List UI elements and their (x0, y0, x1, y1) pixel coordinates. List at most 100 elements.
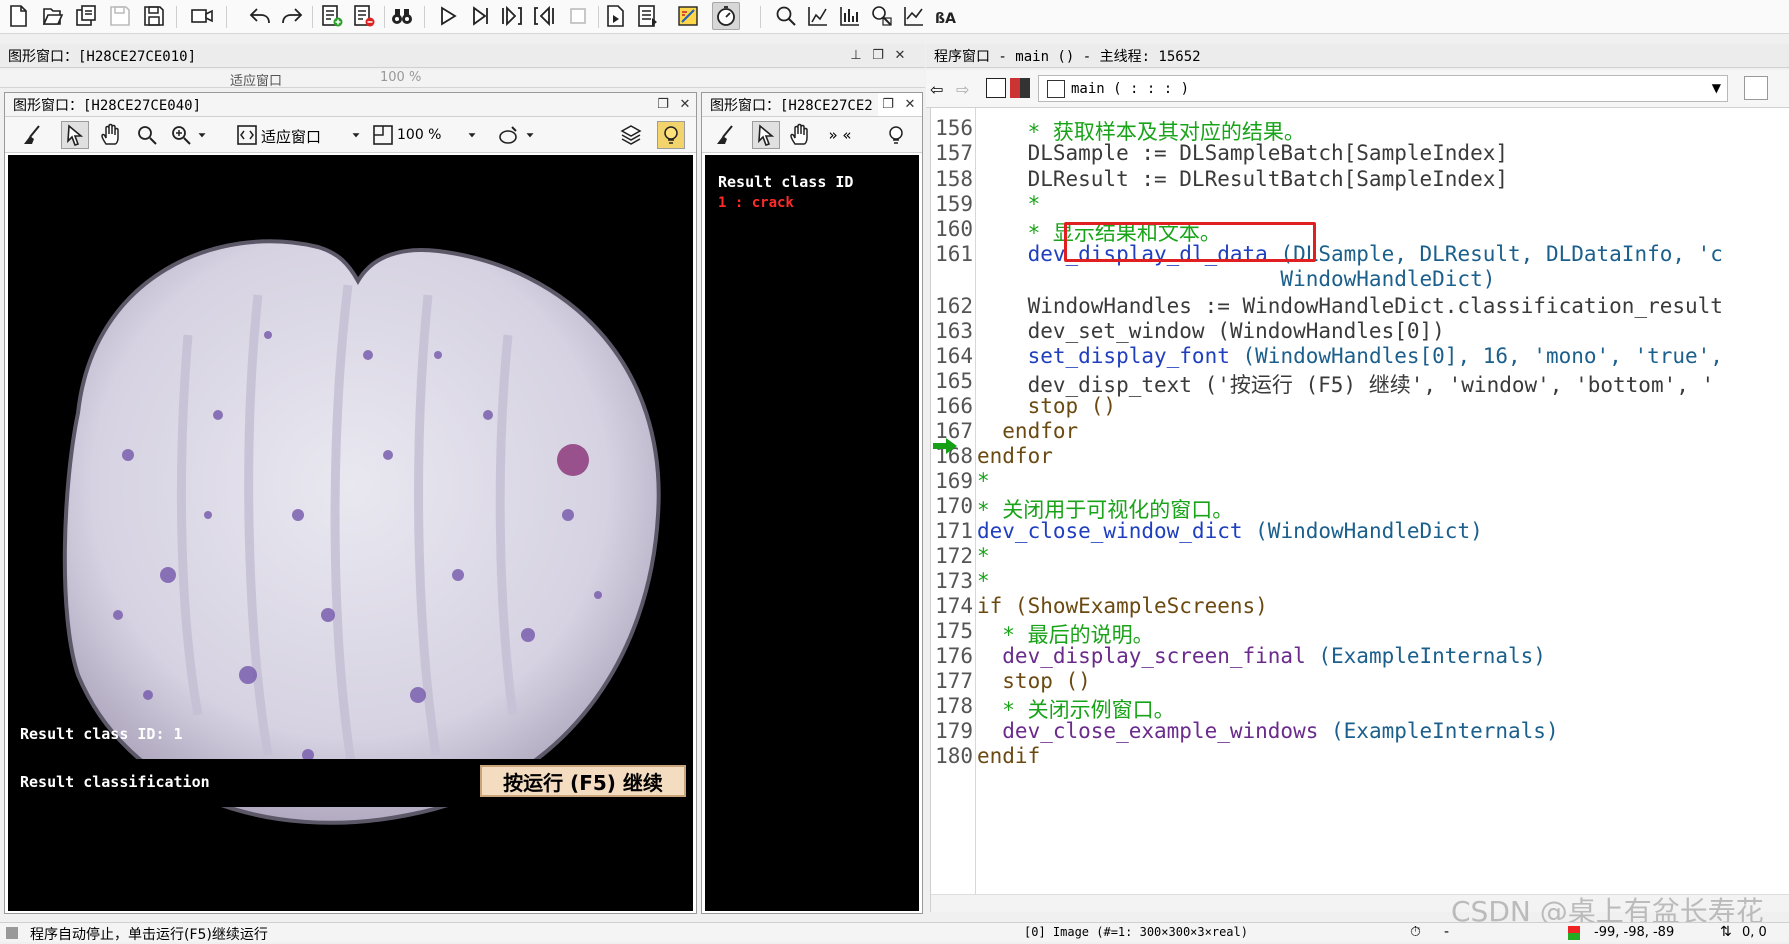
code-line[interactable]: * (977, 192, 1041, 216)
tile-windows-icon[interactable] (634, 2, 662, 30)
line-number[interactable]: 175 (931, 619, 973, 643)
reset-icon[interactable] (602, 2, 630, 30)
line-number[interactable]: 178 (931, 694, 973, 718)
new-file-icon[interactable] (4, 2, 32, 30)
line-number[interactable]: 174 (931, 594, 973, 618)
code-line[interactable]: stop () (977, 394, 1117, 418)
pan-hand-icon[interactable] (97, 121, 125, 149)
code-line[interactable]: dev_set_window (WindowHandles[0]) (977, 319, 1445, 343)
select-pointer-icon[interactable] (61, 121, 89, 149)
clear-window-icon[interactable] (712, 121, 740, 149)
draw-mode-icon[interactable] (495, 121, 523, 149)
code-line[interactable]: dev_close_window_dict (WindowHandleDict) (977, 519, 1483, 543)
line-number[interactable]: 159 (931, 192, 973, 216)
gray-profile-icon[interactable] (900, 2, 928, 30)
binoculars-icon[interactable] (388, 2, 416, 30)
code-line[interactable]: WindowHandleDict) (977, 267, 1495, 291)
code-line[interactable]: DLSample := DLSampleBatch[SampleIndex] (977, 141, 1508, 165)
code-line[interactable]: endif (977, 744, 1040, 768)
save-all-icon[interactable] (140, 2, 168, 30)
line-number[interactable]: 165 (931, 369, 973, 393)
line-number[interactable]: 180 (931, 744, 973, 768)
proc-grid-icon[interactable] (1010, 78, 1030, 98)
code-line[interactable]: * (977, 544, 990, 568)
line-number[interactable]: 179 (931, 719, 973, 743)
forward-icon[interactable]: ⇨ (956, 80, 969, 99)
stop-icon[interactable] (564, 2, 592, 30)
image-canvas[interactable]: Result class ID: 1 Result classification… (8, 155, 693, 911)
line-number[interactable]: 162 (931, 294, 973, 318)
back-icon[interactable]: ⇦ (930, 80, 943, 99)
line-number[interactable]: 172 (931, 544, 973, 568)
step-into-icon[interactable] (498, 2, 526, 30)
chevron-down-icon[interactable] (465, 121, 479, 149)
layers-icon[interactable] (617, 121, 645, 149)
expand-toolbar-icon[interactable]: » « (826, 121, 854, 149)
procedure-selector[interactable]: main ( : : : ) ▼ (1038, 75, 1728, 102)
chevron-down-icon[interactable] (195, 121, 209, 149)
lightbulb-icon[interactable] (882, 121, 910, 149)
run-icon[interactable] (434, 2, 462, 30)
fit-window-label[interactable]: 适应窗口 (261, 126, 321, 147)
redo-icon[interactable] (278, 2, 306, 30)
float-window-icon[interactable]: ❐ (870, 47, 886, 63)
lightbulb-icon[interactable] (657, 121, 685, 149)
float-window-icon[interactable]: ❐ (655, 96, 671, 112)
zoom-in-icon[interactable] (167, 121, 195, 149)
line-number[interactable]: 170 (931, 494, 973, 518)
open-file-icon[interactable] (38, 2, 66, 30)
select-pointer-icon[interactable] (752, 121, 780, 149)
chevron-down-icon[interactable] (349, 121, 363, 149)
code-line[interactable]: set_display_font (WindowHandles[0], 16, … (977, 344, 1723, 368)
close-icon[interactable]: ✕ (902, 96, 918, 112)
code-line[interactable]: endfor (977, 419, 1078, 443)
line-number[interactable]: 161 (931, 242, 973, 266)
line-number[interactable]: 173 (931, 569, 973, 593)
code-line[interactable]: * (977, 569, 990, 593)
pan-hand-icon[interactable] (786, 121, 814, 149)
code-line[interactable]: if (ShowExampleScreens) (977, 594, 1268, 618)
zoom-level-label[interactable]: 100 % (397, 127, 441, 143)
float-window-icon[interactable]: ❐ (880, 96, 896, 112)
line-number[interactable]: 176 (931, 644, 973, 668)
code-line[interactable]: dev_display_screen_final (ExampleInterna… (977, 644, 1546, 668)
continue-f5-button[interactable]: 按运行 (F5) 继续 (480, 765, 686, 797)
pin-icon[interactable]: ⊥ (848, 47, 864, 63)
code-editor[interactable]: 156 * 获取样本及其对应的结果。 157 DLSample := DLSamp… (930, 108, 1789, 928)
line-number[interactable]: 177 (931, 669, 973, 693)
line-number[interactable]: 166 (931, 394, 973, 418)
line-profile-icon[interactable] (836, 2, 864, 30)
step-out-icon[interactable] (530, 2, 558, 30)
open-example-icon[interactable] (72, 2, 100, 30)
code-line[interactable]: WindowHandles := WindowHandleDict.classi… (977, 294, 1723, 318)
close-icon[interactable]: ✕ (677, 96, 693, 112)
ocr-assistant-icon[interactable]: ßA (932, 2, 960, 30)
save-disabled-icon[interactable] (106, 2, 134, 30)
line-number[interactable]: 169 (931, 469, 973, 493)
settings-window-icon[interactable] (674, 2, 702, 30)
code-line[interactable]: * (977, 469, 990, 493)
proc-edit-icon[interactable] (986, 78, 1006, 98)
line-number[interactable]: 171 (931, 519, 973, 543)
line-number[interactable]: 163 (931, 319, 973, 343)
code-line[interactable]: stop () (977, 669, 1091, 693)
insert-proc-icon[interactable] (318, 2, 346, 30)
profiler-icon[interactable] (712, 2, 740, 30)
code-line[interactable]: DLResult := DLResultBatch[SampleIndex] (977, 167, 1508, 191)
magnifier-icon[interactable] (133, 121, 161, 149)
step-over-icon[interactable] (466, 2, 494, 30)
code-line[interactable]: endfor (977, 444, 1053, 468)
line-number[interactable]: 158 (931, 167, 973, 191)
line-number[interactable]: 164 (931, 344, 973, 368)
result-canvas[interactable]: Result class ID 1 : crack (705, 155, 919, 911)
chevron-down-icon[interactable] (523, 121, 537, 149)
feature-inspect-icon[interactable] (868, 2, 896, 30)
zoom-icon[interactable] (772, 2, 800, 30)
line-number[interactable]: 156 (931, 116, 973, 140)
fit-window-icon[interactable] (233, 121, 261, 149)
record-icon[interactable] (188, 2, 216, 30)
line-number[interactable]: 160 (931, 217, 973, 241)
proc-options-icon[interactable] (1744, 76, 1768, 100)
delete-proc-icon[interactable] (350, 2, 378, 30)
code-line[interactable]: dev_close_example_windows (ExampleIntern… (977, 719, 1558, 743)
